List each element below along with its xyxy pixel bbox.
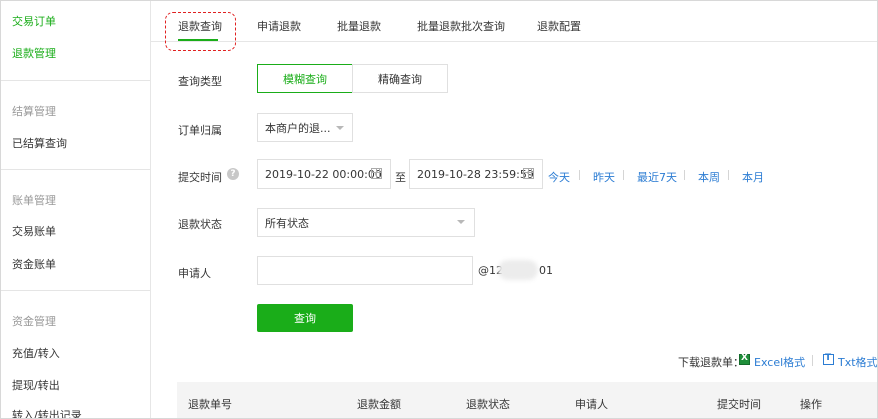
order-owner-label: 订单归属 — [178, 124, 222, 137]
column-refund-amount: 退款金额 — [357, 398, 401, 411]
quick-range-last-7-days[interactable]: 最近7天 — [637, 169, 677, 185]
column-applicant: 申请人 — [575, 398, 608, 411]
download-divider — [812, 355, 813, 366]
txt-icon — [823, 353, 834, 365]
column-refund-status: 退款状态 — [466, 398, 510, 411]
refund-status-select[interactable]: 所有状态 — [257, 208, 475, 237]
quick-range-today[interactable]: 今天 — [548, 169, 570, 185]
quick-range-divider — [728, 170, 729, 180]
sidebar-item-withdraw[interactable]: 提现/转出 — [12, 377, 60, 393]
sidebar-item-transfer-records[interactable]: 转入/转出记录 — [12, 407, 82, 418]
end-date-value: 2019-10-28 23:59:59 — [417, 167, 534, 181]
fuzzy-query-option[interactable]: 模糊查询 — [257, 64, 353, 93]
sidebar: 交易订单 退款管理 结算管理 已结算查询 账单管理 交易账单 资金账单 资金管理… — [1, 1, 151, 418]
applicant-input[interactable] — [257, 256, 473, 285]
sidebar-divider — [1, 290, 150, 291]
order-owner-value: 本商户的退... — [265, 121, 331, 135]
query-type-label: 查询类型 — [178, 75, 222, 88]
column-refund-no: 退款单号 — [188, 398, 232, 411]
quick-range-this-month[interactable]: 本月 — [742, 169, 764, 185]
download-txt-link[interactable]: Txt格式 — [838, 354, 877, 370]
sidebar-group-bills: 账单管理 — [12, 194, 56, 207]
refund-status-label: 退款状态 — [178, 218, 222, 231]
calendar-icon[interactable] — [523, 168, 534, 179]
sidebar-divider — [1, 169, 150, 170]
app-window: 交易订单 退款管理 结算管理 已结算查询 账单管理 交易账单 资金账单 资金管理… — [0, 0, 878, 419]
sidebar-item-settled-query[interactable]: 已结算查询 — [12, 135, 67, 151]
download-excel-link[interactable]: Excel格式 — [754, 354, 805, 370]
exact-query-option[interactable]: 精确查询 — [352, 64, 448, 93]
sidebar-item-fund-bill[interactable]: 资金账单 — [12, 256, 56, 272]
applicant-domain-suffix: 01 — [539, 264, 553, 277]
sidebar-item-recharge[interactable]: 充值/转入 — [12, 345, 60, 361]
applicant-label: 申请人 — [178, 267, 211, 280]
chevron-down-icon — [336, 126, 344, 130]
column-actions: 操作 — [800, 398, 822, 411]
excel-icon — [739, 353, 750, 365]
quick-range-yesterday[interactable]: 昨天 — [593, 169, 615, 185]
calendar-icon[interactable] — [371, 168, 382, 179]
redacted-area — [498, 260, 538, 280]
quick-range-divider — [579, 170, 580, 180]
highlight-annotation — [165, 12, 236, 51]
refund-status-value: 所有状态 — [265, 216, 309, 230]
sidebar-item-trade-bill[interactable]: 交易账单 — [12, 223, 56, 239]
sidebar-item-trade-orders[interactable]: 交易订单 — [12, 13, 56, 29]
quick-range-divider — [623, 170, 624, 180]
query-button[interactable]: 查询 — [257, 304, 353, 332]
tab-batch-refund-query[interactable]: 批量退款批次查询 — [417, 18, 505, 34]
quick-range-this-week[interactable]: 本周 — [698, 169, 720, 185]
sidebar-group-settlement: 结算管理 — [12, 105, 56, 118]
tab-batch-refund[interactable]: 批量退款 — [337, 18, 381, 34]
sidebar-item-refund-management[interactable]: 退款管理 — [12, 45, 56, 61]
chevron-down-icon — [457, 220, 465, 224]
quick-range-divider — [684, 170, 685, 180]
download-label: 下载退款单： — [678, 356, 744, 369]
table-header — [177, 382, 877, 418]
submit-time-label: 提交时间 — [178, 171, 222, 184]
help-icon[interactable]: ? — [227, 168, 239, 180]
date-range-separator: 至 — [395, 171, 406, 184]
tab-refund-config[interactable]: 退款配置 — [537, 18, 581, 34]
column-submit-time: 提交时间 — [717, 398, 761, 411]
start-date-value: 2019-10-22 00:00:00 — [265, 167, 382, 181]
sidebar-group-funds: 资金管理 — [12, 315, 56, 328]
tab-apply-refund[interactable]: 申请退款 — [257, 18, 301, 34]
sidebar-divider — [1, 80, 150, 81]
